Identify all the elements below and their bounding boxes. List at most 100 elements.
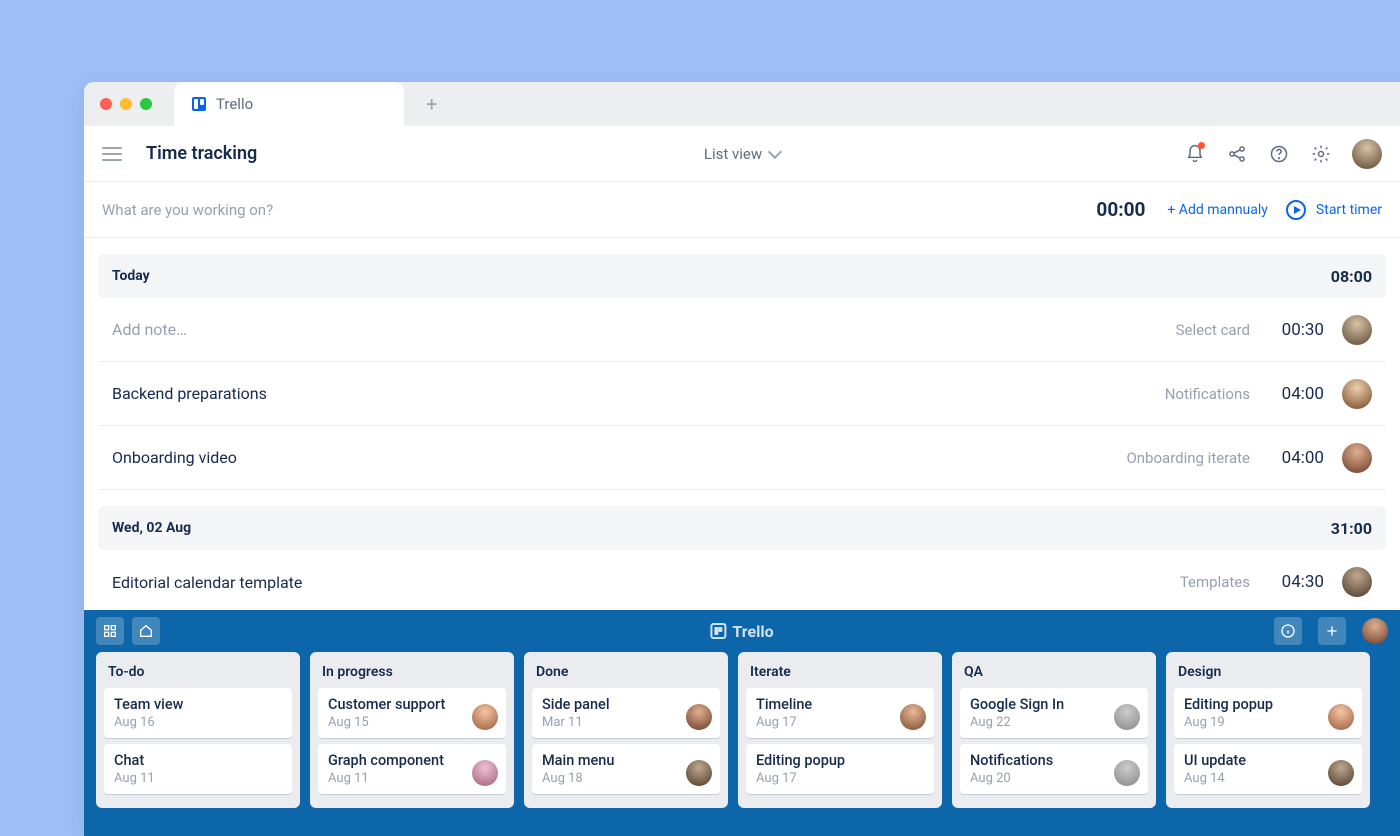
card-avatar (472, 704, 498, 730)
entry-time: 00:30 (1272, 320, 1324, 340)
board-card[interactable]: Side panel Mar 11 (532, 688, 720, 738)
entry-time: 04:30 (1272, 572, 1324, 592)
card-avatar (472, 760, 498, 786)
gear-icon (1311, 144, 1331, 164)
board-list: To-do Team view Aug 16 Chat Aug 11 (96, 652, 300, 808)
trello-icon (192, 97, 206, 111)
add-manually-link[interactable]: + Add mannualy (1167, 202, 1268, 218)
card-date: Aug 14 (1184, 771, 1352, 786)
board-card[interactable]: Timeline Aug 17 (746, 688, 934, 738)
maximize-window[interactable] (140, 98, 152, 110)
card-date: Aug 22 (970, 715, 1138, 730)
list-title: QA (960, 660, 1148, 688)
card-date: Aug 18 (542, 771, 710, 786)
board-card[interactable]: Notifications Aug 20 (960, 744, 1148, 794)
help-button[interactable] (1268, 143, 1290, 165)
time-entry[interactable]: Editorial calendar template Templates 04… (98, 550, 1386, 614)
work-input[interactable] (102, 201, 1096, 219)
time-entry[interactable]: Add note… Select card 00:30 (98, 298, 1386, 362)
entry-note[interactable]: Add note… (112, 320, 187, 339)
entry-time: 04:00 (1272, 384, 1324, 404)
board-card[interactable]: Editing popup Aug 19 (1174, 688, 1362, 738)
card-date: Aug 15 (328, 715, 496, 730)
card-date: Aug 17 (756, 715, 924, 730)
board-list: In progress Customer support Aug 15 Grap… (310, 652, 514, 808)
card-date: Aug 19 (1184, 715, 1352, 730)
home-button[interactable] (132, 617, 160, 645)
apps-button[interactable] (96, 617, 124, 645)
section-label: Wed, 02 Aug (112, 520, 191, 536)
card-title: Main menu (542, 752, 710, 769)
board-card[interactable]: Chat Aug 11 (104, 744, 292, 794)
entry-card[interactable]: Select card (1176, 321, 1250, 339)
list-title: Design (1174, 660, 1362, 688)
board-card[interactable]: Main menu Aug 18 (532, 744, 720, 794)
entry-time: 04:00 (1272, 448, 1324, 468)
board-card[interactable]: Editing popup Aug 17 (746, 744, 934, 794)
card-avatar (900, 704, 926, 730)
card-avatar (1328, 760, 1354, 786)
card-title: Editing popup (756, 752, 924, 769)
user-avatar[interactable] (1352, 139, 1382, 169)
card-title: Customer support (328, 696, 496, 713)
board-card[interactable]: Customer support Aug 15 (318, 688, 506, 738)
card-date: Aug 20 (970, 771, 1138, 786)
page-title: Time tracking (146, 143, 257, 164)
trello-icon (710, 623, 726, 639)
add-button[interactable] (1318, 617, 1346, 645)
view-switch[interactable]: List view (704, 145, 780, 163)
card-date: Aug 17 (756, 771, 924, 786)
tab-label: Trello (216, 95, 253, 113)
start-timer-link[interactable]: Start timer (1316, 202, 1382, 218)
card-title: Timeline (756, 696, 924, 713)
board-card[interactable]: Team view Aug 16 (104, 688, 292, 738)
browser-tab[interactable]: Trello (174, 82, 404, 126)
view-switch-label: List view (704, 145, 762, 163)
notifications-button[interactable] (1184, 143, 1206, 165)
trello-board: Trello To-do Team view Aug 16 Chat Aug 1… (84, 610, 1400, 836)
card-title: UI update (1184, 752, 1352, 769)
card-date: Aug 11 (328, 771, 496, 786)
timer-value: 00:00 (1096, 198, 1145, 221)
close-window[interactable] (100, 98, 112, 110)
settings-button[interactable] (1310, 143, 1332, 165)
board-card[interactable]: Google Sign In Aug 22 (960, 688, 1148, 738)
entry-card[interactable]: Templates (1180, 573, 1250, 591)
new-tab-button[interactable]: + (426, 92, 437, 116)
list-title: Iterate (746, 660, 934, 688)
board-brand: Trello (710, 622, 773, 641)
chevron-down-icon (768, 144, 782, 158)
info-button[interactable] (1274, 617, 1302, 645)
menu-button[interactable] (102, 147, 122, 161)
help-icon (1269, 144, 1289, 164)
card-title: Chat (114, 752, 282, 769)
list-title: In progress (318, 660, 506, 688)
time-entry[interactable]: Backend preparations Notifications 04:00 (98, 362, 1386, 426)
board-top-bar: Trello (84, 610, 1400, 652)
board-user-avatar[interactable] (1362, 618, 1388, 644)
section-total: 31:00 (1331, 519, 1372, 538)
entry-note: Backend preparations (112, 384, 267, 403)
plus-icon (1324, 623, 1340, 639)
minimize-window[interactable] (120, 98, 132, 110)
share-button[interactable] (1226, 143, 1248, 165)
entry-avatar[interactable] (1342, 315, 1372, 345)
entry-card[interactable]: Onboarding iterate (1126, 449, 1250, 467)
entry-avatar[interactable] (1342, 379, 1372, 409)
card-date: Aug 16 (114, 715, 282, 730)
time-entry[interactable]: Onboarding video Onboarding iterate 04:0… (98, 426, 1386, 490)
play-icon[interactable] (1286, 200, 1306, 220)
board-actions (1274, 617, 1388, 645)
entry-note: Onboarding video (112, 448, 237, 467)
card-title: Editing popup (1184, 696, 1352, 713)
section-header: Today08:00 (98, 254, 1386, 298)
board-list: QA Google Sign In Aug 22 Notifications A… (952, 652, 1156, 808)
home-icon (138, 623, 154, 639)
section-total: 08:00 (1331, 267, 1372, 286)
entry-avatar[interactable] (1342, 567, 1372, 597)
board-card[interactable]: UI update Aug 14 (1174, 744, 1362, 794)
card-title: Notifications (970, 752, 1138, 769)
entry-card[interactable]: Notifications (1165, 385, 1250, 403)
entry-avatar[interactable] (1342, 443, 1372, 473)
board-card[interactable]: Graph component Aug 11 (318, 744, 506, 794)
